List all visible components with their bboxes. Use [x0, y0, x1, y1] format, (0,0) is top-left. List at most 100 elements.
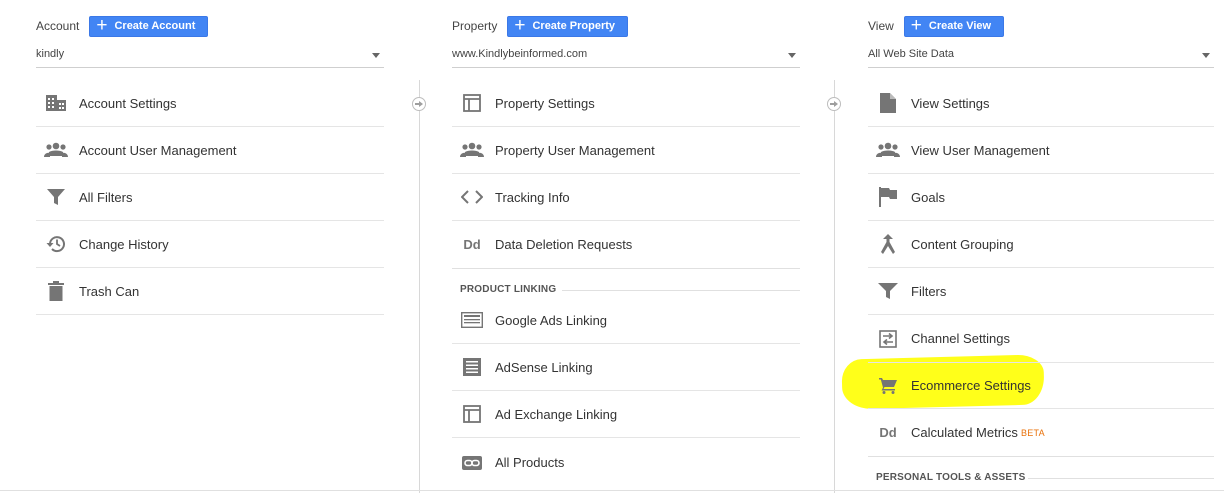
cart-icon — [876, 374, 900, 398]
property-user-management-item[interactable]: Property User Management — [452, 127, 800, 174]
ecommerce-settings-item[interactable]: Ecommerce Settings — [868, 363, 1214, 409]
channel-settings-item[interactable]: Channel Settings — [868, 315, 1214, 363]
all-products-item[interactable]: All Products — [452, 438, 800, 487]
plus-icon: + — [96, 15, 108, 36]
change-history-item[interactable]: Change History — [36, 221, 384, 268]
people-icon — [44, 138, 68, 162]
adsense-icon — [460, 355, 484, 379]
create-account-label: Create Account — [114, 20, 196, 32]
people-icon — [876, 138, 900, 162]
google-ads-linking-item[interactable]: Google Ads Linking — [452, 297, 800, 344]
history-icon — [44, 232, 68, 256]
account-header: Account + Create Account — [36, 15, 209, 37]
create-view-label: Create View — [928, 20, 992, 32]
column-divider — [419, 80, 420, 493]
goals-item[interactable]: Goals — [868, 174, 1214, 221]
create-account-button[interactable]: + Create Account — [89, 15, 209, 37]
all-filters-item[interactable]: All Filters — [36, 174, 384, 221]
section-divider — [452, 268, 800, 269]
data-deletion-requests-item[interactable]: Dd Data Deletion Requests — [452, 221, 800, 268]
property-column: Property + Create Property www.Kindlybei… — [452, 0, 800, 493]
account-settings-label: Account Settings — [79, 95, 177, 111]
beta-badge: BETA — [1020, 427, 1045, 438]
all-products-label: All Products — [495, 455, 565, 470]
create-view-button[interactable]: + Create View — [903, 15, 1005, 37]
adsense-linking-label: AdSense Linking — [495, 359, 593, 375]
adsense-linking-item[interactable]: AdSense Linking — [452, 344, 800, 391]
arrow-right-icon — [827, 97, 841, 111]
goals-label: Goals — [911, 189, 945, 205]
filter-icon — [44, 185, 68, 209]
create-property-button[interactable]: + Create Property — [507, 15, 629, 37]
ad-exchange-linking-item[interactable]: Ad Exchange Linking — [452, 391, 800, 438]
merge-icon — [876, 232, 900, 256]
account-label: Account — [36, 19, 80, 33]
property-selected-value: www.Kindlybeinformed.com — [452, 48, 588, 60]
view-header: View + Create View — [868, 15, 1005, 37]
account-selected-value: kindly — [36, 48, 65, 60]
property-header: Property + Create Property — [452, 15, 629, 37]
personal-tools-heading: PERSONAL TOOLS & ASSETS — [876, 472, 1026, 483]
channel-settings-label: Channel Settings — [911, 331, 1011, 346]
flag-icon — [876, 185, 900, 209]
chevron-down-icon — [788, 53, 796, 58]
view-user-management-item[interactable]: View User Management — [868, 127, 1214, 174]
property-selector[interactable]: www.Kindlybeinformed.com — [452, 44, 800, 68]
people-icon — [460, 138, 484, 162]
account-column: Account + Create Account kindly Account … — [36, 0, 384, 493]
account-selector[interactable]: kindly — [36, 44, 384, 68]
link-icon — [460, 451, 484, 475]
column-divider — [834, 80, 835, 493]
trash-icon — [44, 279, 68, 303]
property-settings-item[interactable]: Property Settings — [452, 80, 800, 127]
tracking-info-item[interactable]: Tracking Info — [452, 174, 800, 221]
create-property-label: Create Property — [532, 20, 616, 32]
product-linking-heading: PRODUCT LINKING — [460, 284, 557, 295]
filters-label: Filters — [911, 283, 947, 299]
ads-icon — [460, 308, 484, 332]
change-history-label: Change History — [79, 236, 169, 252]
account-settings-item[interactable]: Account Settings — [36, 80, 384, 127]
plus-icon: + — [514, 15, 526, 36]
view-selector[interactable]: All Web Site Data — [868, 44, 1214, 68]
filter-icon — [876, 279, 900, 303]
dd-icon: Dd — [879, 425, 897, 440]
tracking-info-label: Tracking Info — [495, 189, 570, 205]
section-divider — [562, 290, 800, 291]
layout-icon — [460, 402, 484, 426]
view-selected-value: All Web Site Data — [868, 48, 955, 60]
all-filters-label: All Filters — [79, 189, 133, 205]
dd-icon: Dd — [463, 237, 481, 252]
bottom-divider — [0, 490, 1224, 491]
plus-icon: + — [910, 15, 922, 36]
chevron-down-icon — [1202, 53, 1210, 58]
document-icon — [876, 91, 900, 115]
section-divider — [868, 456, 1214, 457]
chevron-down-icon — [372, 53, 380, 58]
view-settings-item[interactable]: View Settings — [868, 80, 1214, 127]
property-user-management-label: Property User Management — [495, 142, 655, 158]
section-divider — [1028, 478, 1214, 479]
calculated-metrics-label: Calculated Metrics — [911, 425, 1018, 440]
layout-icon — [460, 91, 484, 115]
trash-can-label: Trash Can — [79, 283, 140, 299]
trash-can-item[interactable]: Trash Can — [36, 268, 384, 315]
view-column: View + Create View All Web Site Data Vie… — [868, 0, 1214, 493]
ad-exchange-linking-label: Ad Exchange Linking — [495, 406, 618, 422]
view-user-management-label: View User Management — [911, 142, 1050, 158]
arrow-right-icon — [412, 97, 426, 111]
account-user-management-item[interactable]: Account User Management — [36, 127, 384, 174]
google-ads-linking-label: Google Ads Linking — [495, 312, 608, 328]
calculated-metrics-item[interactable]: Dd Calculated Metrics BETA — [868, 409, 1214, 456]
content-grouping-item[interactable]: Content Grouping — [868, 221, 1214, 268]
content-grouping-label: Content Grouping — [911, 236, 1014, 252]
data-deletion-requests-label: Data Deletion Requests — [495, 237, 633, 252]
code-icon — [460, 185, 484, 209]
account-user-management-label: Account User Management — [79, 142, 237, 158]
building-icon — [44, 91, 68, 115]
property-settings-label: Property Settings — [495, 95, 595, 111]
view-label: View — [868, 19, 894, 33]
channel-icon — [876, 327, 900, 351]
filters-item[interactable]: Filters — [868, 268, 1214, 315]
property-label: Property — [452, 19, 498, 33]
